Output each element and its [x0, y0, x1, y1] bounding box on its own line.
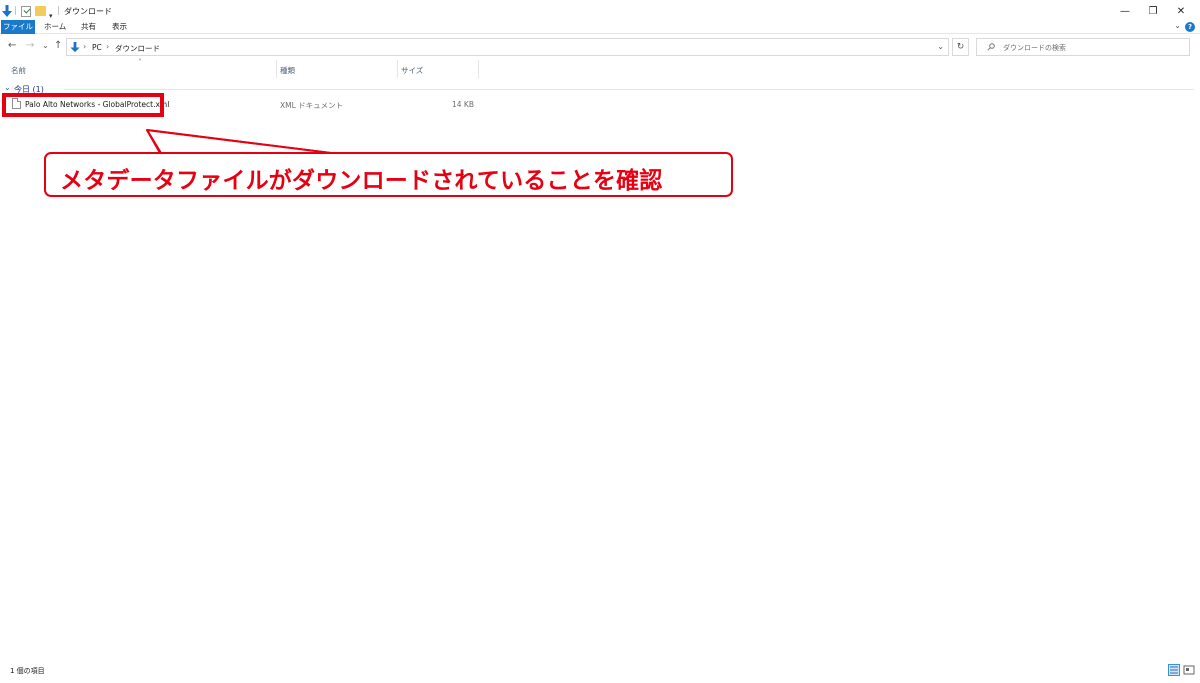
column-header-size-label: サイズ [401, 66, 424, 75]
details-view-icon[interactable] [1168, 664, 1180, 676]
new-folder-icon[interactable] [35, 6, 46, 16]
window-title: ダウンロード [64, 7, 112, 16]
group-divider [64, 89, 1194, 90]
annotation-text: メタデータファイルがダウンロードされていることを確認 [60, 168, 663, 194]
collapse-group-icon[interactable]: ⌄ [4, 83, 11, 92]
column-header-size[interactable]: サイズ [398, 59, 478, 78]
tab-view[interactable]: 表示 [106, 20, 133, 34]
highlight-box [2, 93, 164, 117]
tab-file[interactable]: ファイル [1, 20, 35, 34]
recent-locations-button[interactable]: ⌄ [42, 41, 49, 50]
download-arrow-icon [2, 5, 12, 17]
address-dropdown-icon[interactable]: ⌄ [937, 42, 944, 51]
column-divider[interactable] [478, 60, 479, 78]
properties-icon[interactable] [21, 6, 31, 17]
group-header-today[interactable]: ⌄ 今日 (1) [4, 83, 1194, 95]
details-view-glyph [1170, 666, 1178, 674]
restore-button[interactable]: ❐ [1140, 4, 1166, 18]
quick-access-separator [15, 6, 16, 15]
large-icons-view-icon[interactable] [1183, 664, 1195, 676]
refresh-button[interactable]: ↻ [952, 38, 969, 56]
column-header-name[interactable]: 名前 [0, 59, 276, 78]
up-button[interactable]: ↑ [54, 40, 62, 51]
status-item-count: 1 個の項目 [10, 667, 45, 675]
title-bar: ▾ ダウンロード — ❐ ✕ [0, 0, 1200, 21]
breadcrumb-pc[interactable]: PC [92, 43, 102, 52]
tab-share[interactable]: 共有 [75, 20, 102, 34]
file-type: XML ドキュメント [280, 101, 344, 110]
close-button[interactable]: ✕ [1168, 4, 1194, 18]
ribbon-tabs: ファイル ホーム 共有 表示 ⌄ ? [0, 20, 1200, 34]
downloads-folder-icon [70, 42, 80, 53]
expand-ribbon-icon[interactable]: ⌄ [1174, 21, 1181, 30]
search-icon [987, 43, 995, 51]
large-icons-glyph [1183, 665, 1195, 675]
address-bar[interactable]: › PC › ダウンロード ⌄ [66, 38, 949, 56]
column-header-type-label: 種類 [280, 66, 295, 75]
navigation-bar: ← → ⌄ ↑ › PC › ダウンロード ⌄ ↻ ダウンロードの検索 [0, 38, 1200, 57]
breadcrumb-separator: › [83, 42, 87, 51]
forward-button[interactable]: → [26, 40, 34, 51]
search-box[interactable]: ダウンロードの検索 [976, 38, 1190, 56]
breadcrumb-separator: › [106, 42, 110, 51]
search-placeholder: ダウンロードの検索 [1003, 44, 1066, 52]
breadcrumb-downloads[interactable]: ダウンロード [115, 43, 160, 54]
title-separator [58, 6, 59, 15]
help-icon[interactable]: ? [1185, 22, 1195, 32]
minimize-button[interactable]: — [1112, 4, 1138, 18]
tab-home[interactable]: ホーム [38, 20, 72, 34]
column-header-type[interactable]: 種類 [277, 59, 397, 78]
column-header-name-label: 名前 [11, 66, 26, 75]
back-button[interactable]: ← [8, 40, 16, 51]
file-size: 14 KB [452, 100, 474, 109]
annotation-callout: メタデータファイルがダウンロードされていることを確認 [44, 152, 733, 197]
